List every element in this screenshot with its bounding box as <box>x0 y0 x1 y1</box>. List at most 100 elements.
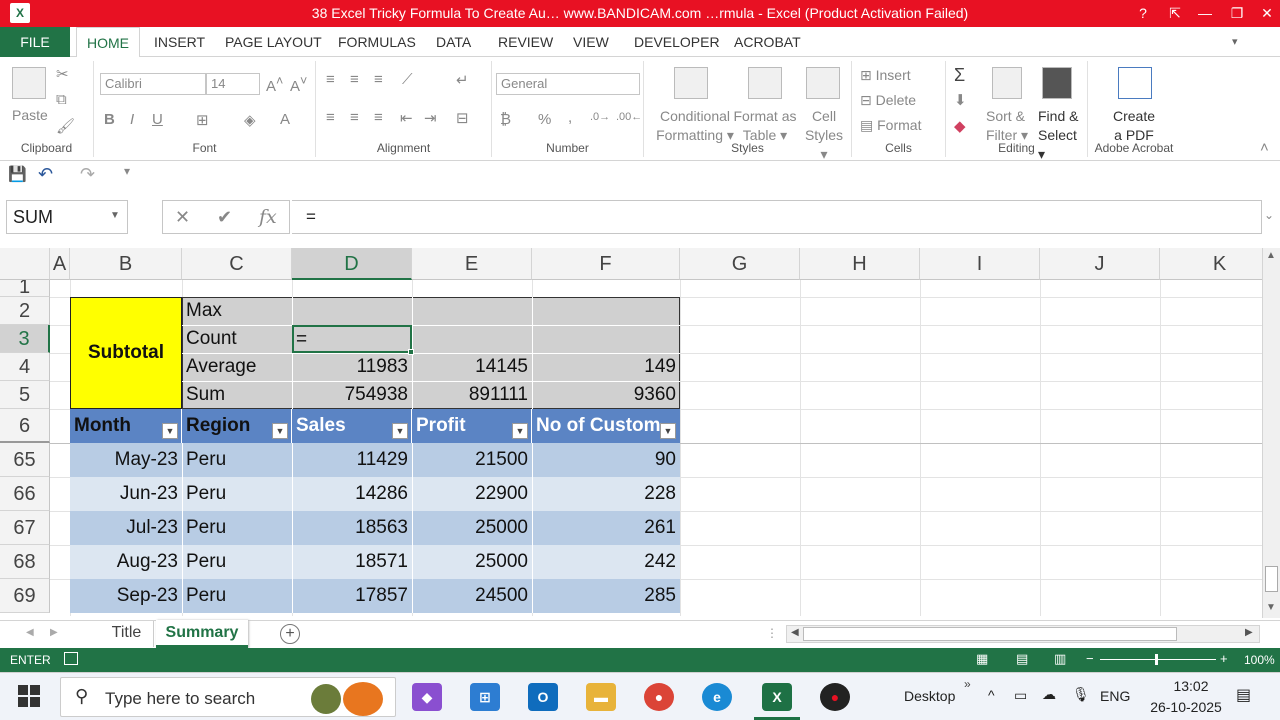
cell-region[interactable]: Peru <box>182 511 292 545</box>
redo-icon[interactable]: ↷ <box>80 164 95 185</box>
horizontal-scrollbar[interactable]: ◀ ▶ <box>786 625 1260 643</box>
cell-customers[interactable]: 285 <box>532 579 680 613</box>
stat-average-profit[interactable]: 14145 <box>412 353 532 381</box>
scroll-down-icon[interactable]: ▼ <box>1266 602 1276 613</box>
column-header-f[interactable]: F <box>532 248 680 280</box>
scroll-tabs-right-icon[interactable]: ▶ <box>50 627 58 638</box>
cell-customers[interactable]: 261 <box>532 511 680 545</box>
filter-sales-icon[interactable]: ▼ <box>392 423 408 439</box>
cell-sales[interactable]: 17857 <box>292 579 412 613</box>
save-icon[interactable]: 💾 <box>8 165 27 183</box>
copilot-icon[interactable]: ◆ <box>412 683 442 711</box>
windows-start-icon[interactable] <box>18 685 40 707</box>
tab-insert[interactable]: INSERT <box>154 27 205 57</box>
font-size-select[interactable]: 14 <box>206 73 260 95</box>
format-painter-icon[interactable]: 🖌 <box>56 117 75 135</box>
minimize-button[interactable]: — <box>1190 3 1220 23</box>
tab-acrobat[interactable]: ACROBAT <box>734 27 801 57</box>
format-as-table-button[interactable]: Format as Table ▾ <box>732 107 798 145</box>
cell-month[interactable]: Jun-23 <box>70 477 182 511</box>
number-format-select[interactable]: General <box>496 73 640 95</box>
tab-page-layout[interactable]: PAGE LAYOUT <box>225 27 322 57</box>
paste-icon[interactable] <box>12 67 46 99</box>
cell-region[interactable]: Peru <box>182 545 292 579</box>
sort-filter-button[interactable]: Sort & Filter ▾ <box>986 107 1028 145</box>
tab-split-handle-icon[interactable]: ⋮ <box>766 626 778 640</box>
align-right-icon[interactable]: ≡ <box>374 109 383 126</box>
align-left-icon[interactable]: ≡ <box>326 109 335 126</box>
cell-profit[interactable]: 22900 <box>412 477 532 511</box>
decrease-indent-icon[interactable]: ⇤ <box>400 109 413 127</box>
stat-sum-sales[interactable]: 754938 <box>292 381 412 409</box>
scroll-left-icon[interactable]: ◀ <box>791 627 799 638</box>
cell-region[interactable]: Peru <box>182 443 292 477</box>
cell-sales[interactable]: 14286 <box>292 477 412 511</box>
column-header-j[interactable]: J <box>1040 248 1160 280</box>
horizontal-scroll-thumb[interactable] <box>803 627 1177 641</box>
notifications-icon[interactable]: ▤ <box>1236 685 1251 705</box>
wrap-text-icon[interactable]: ↵ <box>456 71 469 89</box>
enter-formula-button[interactable]: ✔ <box>217 207 232 228</box>
find-select-button[interactable]: Find & Select ▾ <box>1038 107 1087 164</box>
stat-label-count[interactable]: Count <box>182 325 292 353</box>
stat-sum-profit[interactable]: 891111 <box>412 381 532 409</box>
filter-region-icon[interactable]: ▼ <box>272 423 288 439</box>
tab-formulas[interactable]: FORMULAS <box>338 27 416 57</box>
fill-icon[interactable]: ⬇ <box>954 91 967 109</box>
cell-profit[interactable]: 21500 <box>412 443 532 477</box>
top-align-icon[interactable]: ≡ <box>326 71 335 88</box>
cut-icon[interactable]: ✂ <box>56 65 69 83</box>
clock-date[interactable]: 26-10-2025 <box>1146 699 1226 715</box>
copy-icon[interactable]: ⧉ <box>56 91 67 108</box>
percent-button[interactable]: % <box>538 111 551 128</box>
toolbar-chevron-icon[interactable]: » <box>964 677 971 691</box>
column-header-i[interactable]: I <box>920 248 1040 280</box>
stat-label-average[interactable]: Average <box>182 353 292 381</box>
language-indicator[interactable]: ENG <box>1100 688 1130 704</box>
stat-max-profit[interactable] <box>412 297 532 325</box>
cell-month[interactable]: Sep-23 <box>70 579 182 613</box>
cell-region[interactable]: Peru <box>182 477 292 511</box>
stat-average-sales[interactable]: 11983 <box>292 353 412 381</box>
row-header-65[interactable]: 65 <box>0 443 50 477</box>
select-all-corner[interactable] <box>0 248 50 280</box>
zoom-level[interactable]: 100% <box>1244 653 1275 667</box>
stat-max-customers[interactable] <box>532 297 680 325</box>
cancel-formula-button[interactable]: ✕ <box>175 207 190 228</box>
chrome-icon[interactable]: ● <box>644 683 674 711</box>
row-header-68[interactable]: 68 <box>0 545 50 579</box>
name-box-dropdown-icon[interactable]: ▼ <box>110 210 120 221</box>
stat-label-sum[interactable]: Sum <box>182 381 292 409</box>
cell-month[interactable]: Jul-23 <box>70 511 182 545</box>
store-icon[interactable]: ⊞ <box>470 683 500 711</box>
excel-taskbar-icon[interactable]: X <box>762 683 792 711</box>
cell-sales[interactable]: 18563 <box>292 511 412 545</box>
bandicam-record-icon[interactable]: ● <box>820 683 850 711</box>
sheet-tab-summary[interactable]: Summary <box>156 620 248 648</box>
taskbar-search-box[interactable]: ⚲ Type here to search <box>60 677 396 717</box>
filter-profit-icon[interactable]: ▼ <box>512 423 528 439</box>
undo-icon[interactable]: ↶ <box>38 164 53 185</box>
cell-profit[interactable]: 24500 <box>412 579 532 613</box>
show-hidden-icons[interactable]: ^ <box>988 687 995 703</box>
macro-record-icon[interactable] <box>64 652 78 665</box>
grow-font-icon[interactable]: A˄ <box>266 74 283 95</box>
vertical-scrollbar[interactable]: ▲ ▼ <box>1262 248 1280 618</box>
stat-count-profit[interactable] <box>412 325 532 353</box>
scroll-right-icon[interactable]: ▶ <box>1245 627 1253 638</box>
merge-center-icon[interactable]: ⊟ <box>456 109 469 127</box>
orientation-icon[interactable]: ⟋ <box>402 71 413 88</box>
active-cell-d3[interactable]: = <box>292 325 412 353</box>
insert-cells-button[interactable]: ⊞ Insert <box>860 67 911 84</box>
row-header-6[interactable]: 6 <box>0 409 50 443</box>
zoom-slider-thumb[interactable] <box>1155 654 1158 665</box>
clear-icon[interactable]: ◆ <box>954 117 966 135</box>
ribbon-display-button[interactable]: ⇱ <box>1160 3 1190 23</box>
middle-align-icon[interactable]: ≡ <box>350 71 359 88</box>
stat-count-customers[interactable] <box>532 325 680 353</box>
cell-styles-button[interactable]: Cell Styles ▾ <box>800 107 848 164</box>
column-header-b[interactable]: B <box>70 248 182 280</box>
network-icon[interactable]: ☁ <box>1042 686 1056 703</box>
increase-decimal-icon[interactable]: .0→ <box>590 111 610 123</box>
stat-average-customers[interactable]: 149 <box>532 353 680 381</box>
